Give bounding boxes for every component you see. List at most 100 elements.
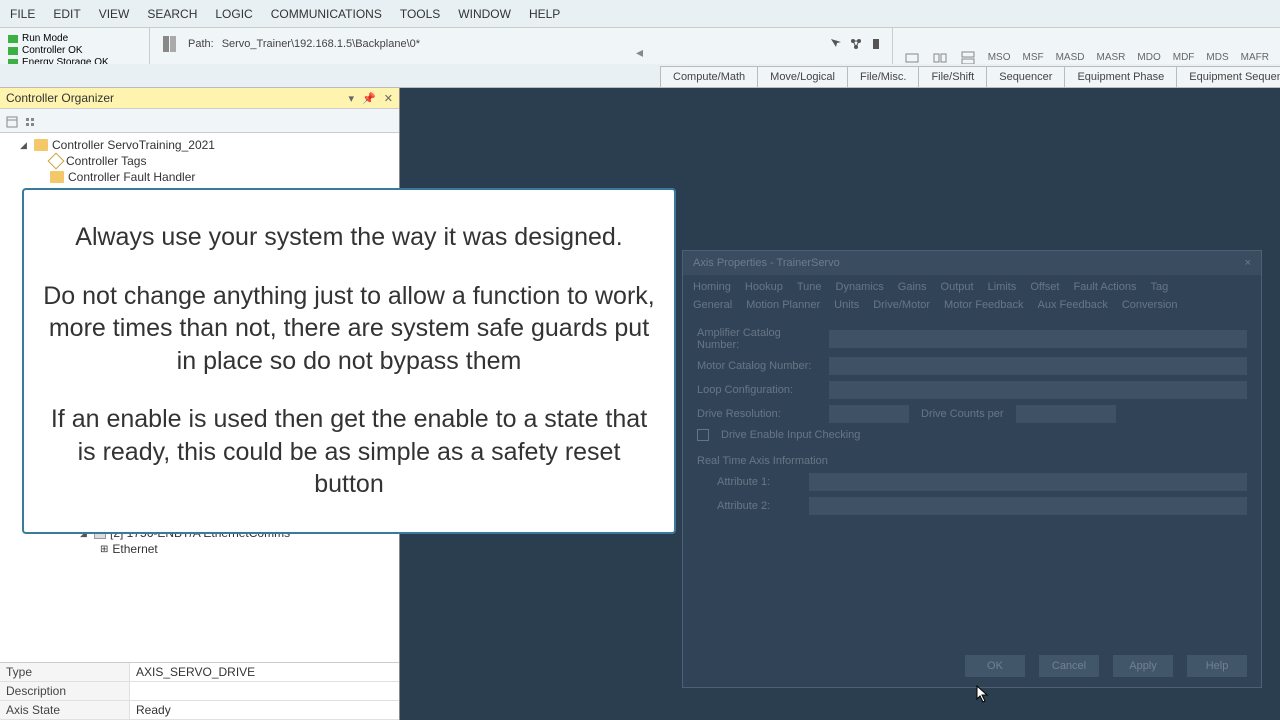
status-run-mode: Run Mode <box>22 33 68 44</box>
dlg-loop-config-field[interactable] <box>829 381 1247 399</box>
axis-properties-dialog[interactable]: Axis Properties - TrainerServo × Homing … <box>682 250 1262 688</box>
dlg-tab-aux-feedback[interactable]: Aux Feedback <box>1038 299 1108 311</box>
module-icon[interactable] <box>870 38 882 50</box>
tab-file-misc[interactable]: File/Misc. <box>847 66 919 87</box>
toolbar-mdf[interactable]: MDF <box>1170 52 1198 63</box>
dialog-close-icon[interactable]: × <box>1245 257 1251 269</box>
dlg-tab-offset[interactable]: Offset <box>1030 281 1059 293</box>
dlg-amp-catalog-label: Amplifier Catalog Number: <box>697 327 817 351</box>
toolbar-masr[interactable]: MASR <box>1094 52 1129 63</box>
dlg-drive-res-field[interactable] <box>829 405 909 423</box>
organizer-dropdown-icon[interactable]: ▾ <box>349 92 355 105</box>
prop-type-key: Type <box>0 663 130 681</box>
organizer-close-icon[interactable]: ✕ <box>384 92 393 105</box>
tree-controller-tags[interactable]: Controller Tags <box>0 153 399 169</box>
dlg-tab-hookup[interactable]: Hookup <box>745 281 783 293</box>
dlg-motor-catalog-label: Motor Catalog Number: <box>697 360 817 372</box>
dialog-apply-button[interactable]: Apply <box>1113 655 1173 677</box>
folder-icon <box>34 139 48 151</box>
path-value[interactable]: Servo_Trainer\192.168.1.5\Backplane\0* <box>222 38 420 50</box>
folder-icon <box>50 171 64 183</box>
toolbar-mds[interactable]: MDS <box>1203 52 1231 63</box>
dlg-tab-motion-planner[interactable]: Motion Planner <box>746 299 820 311</box>
tab-compute-math[interactable]: Compute/Math <box>660 66 758 87</box>
organizer-pin-icon[interactable]: 📌 <box>362 92 376 105</box>
organizer-header: Controller Organizer ▾ 📌 ✕ <box>0 88 399 109</box>
status-controller-ok: Controller OK <box>22 45 83 56</box>
dlg-drive-counts-field[interactable] <box>1016 405 1116 423</box>
dlg-attr1-label: Attribute 1: <box>717 476 797 488</box>
dlg-tab-gains[interactable]: Gains <box>898 281 927 293</box>
network-icon[interactable] <box>850 38 862 50</box>
prop-description-value[interactable] <box>130 682 399 700</box>
toolbar-mso[interactable]: MSO <box>985 52 1014 63</box>
organizer-tool-2-icon[interactable] <box>24 115 36 127</box>
menu-window[interactable]: WINDOW <box>458 7 511 21</box>
tip-paragraph-3: If an enable is used then get the enable… <box>42 403 656 501</box>
properties-panel: Type AXIS_SERVO_DRIVE Description Axis S… <box>0 662 399 720</box>
dialog-help-button[interactable]: Help <box>1187 655 1247 677</box>
dlg-tab-general[interactable]: General <box>693 299 732 311</box>
dlg-tab-tune[interactable]: Tune <box>797 281 822 293</box>
expander-icon[interactable]: ◢ <box>20 140 30 151</box>
toolbar-masd[interactable]: MASD <box>1053 52 1088 63</box>
menu-tools[interactable]: TOOLS <box>400 7 440 21</box>
tree-controller-root[interactable]: ◢ Controller ServoTraining_2021 <box>0 137 399 153</box>
prop-type-value: AXIS_SERVO_DRIVE <box>130 663 399 681</box>
dialog-cancel-button[interactable]: Cancel <box>1039 655 1099 677</box>
menu-search[interactable]: SEARCH <box>147 7 197 21</box>
tab-file-shift[interactable]: File/Shift <box>918 66 987 87</box>
organizer-toolbar <box>0 109 399 133</box>
dialog-ok-button[interactable]: OK <box>965 655 1025 677</box>
path-label: Path: <box>188 38 214 50</box>
menu-logic[interactable]: LOGIC <box>215 7 252 21</box>
prop-description-key: Description <box>0 682 130 700</box>
toolbar-mafr[interactable]: MAFR <box>1238 52 1272 63</box>
controller-icon <box>160 34 180 54</box>
tab-equipment-phase[interactable]: Equipment Phase <box>1064 66 1177 87</box>
dialog-title: Axis Properties - TrainerServo <box>693 257 840 269</box>
organizer-tool-1-icon[interactable] <box>6 115 18 127</box>
tree-ethernet-label: Ethernet <box>112 542 157 556</box>
scroll-left-icon[interactable]: ◂ <box>636 44 643 61</box>
dlg-tab-conversion[interactable]: Conversion <box>1122 299 1178 311</box>
dlg-drive-counts-label: Drive Counts per <box>921 408 1004 420</box>
dlg-tab-homing[interactable]: Homing <box>693 281 731 293</box>
dlg-amp-catalog-field[interactable] <box>829 330 1247 348</box>
menu-help[interactable]: HELP <box>529 7 560 21</box>
toolbar-msf[interactable]: MSF <box>1019 52 1046 63</box>
organizer-title: Controller Organizer <box>6 91 114 105</box>
status-indicator-run <box>8 35 18 43</box>
dlg-tab-fault-actions[interactable]: Fault Actions <box>1073 281 1136 293</box>
dlg-attr1-field[interactable] <box>809 473 1247 491</box>
toolbar-mdo[interactable]: MDO <box>1134 52 1163 63</box>
dlg-tab-motor-feedback[interactable]: Motor Feedback <box>944 299 1023 311</box>
menu-bar: FILE EDIT VIEW SEARCH LOGIC COMMUNICATIO… <box>0 0 1280 28</box>
tree-ethernet[interactable]: ⊞ Ethernet <box>0 541 399 557</box>
menu-file[interactable]: FILE <box>10 7 35 21</box>
dlg-tab-drive-motor[interactable]: Drive/Motor <box>873 299 930 311</box>
select-icon[interactable] <box>830 38 842 50</box>
menu-communications[interactable]: COMMUNICATIONS <box>271 7 382 21</box>
tab-equipment-sequence[interactable]: Equipment Sequence <box>1176 66 1280 87</box>
dlg-motor-catalog-field[interactable] <box>829 357 1247 375</box>
tree-fault-handler-label: Controller Fault Handler <box>68 170 195 184</box>
dlg-rt-info-label: Real Time Axis Information <box>697 455 828 467</box>
dlg-attr2-field[interactable] <box>809 497 1247 515</box>
tip-paragraph-2: Do not change anything just to allow a f… <box>42 280 656 378</box>
tab-sequencer[interactable]: Sequencer <box>986 66 1065 87</box>
dlg-tab-limits[interactable]: Limits <box>988 281 1017 293</box>
menu-edit[interactable]: EDIT <box>53 7 80 21</box>
dlg-tab-tag[interactable]: Tag <box>1150 281 1168 293</box>
tree-fault-handler[interactable]: Controller Fault Handler <box>0 169 399 185</box>
dlg-tab-dynamics[interactable]: Dynamics <box>836 281 884 293</box>
dlg-tab-units[interactable]: Units <box>834 299 859 311</box>
dlg-enable-checkbox[interactable] <box>697 429 709 441</box>
instructional-overlay: Always use your system the way it was de… <box>22 188 676 534</box>
dlg-tab-output[interactable]: Output <box>941 281 974 293</box>
status-indicator-controller <box>8 47 18 55</box>
tab-move-logical[interactable]: Move/Logical <box>757 66 848 87</box>
menu-view[interactable]: VIEW <box>99 7 130 21</box>
dlg-enable-checkbox-label: Drive Enable Input Checking <box>721 429 860 441</box>
tip-paragraph-1: Always use your system the way it was de… <box>42 221 656 254</box>
